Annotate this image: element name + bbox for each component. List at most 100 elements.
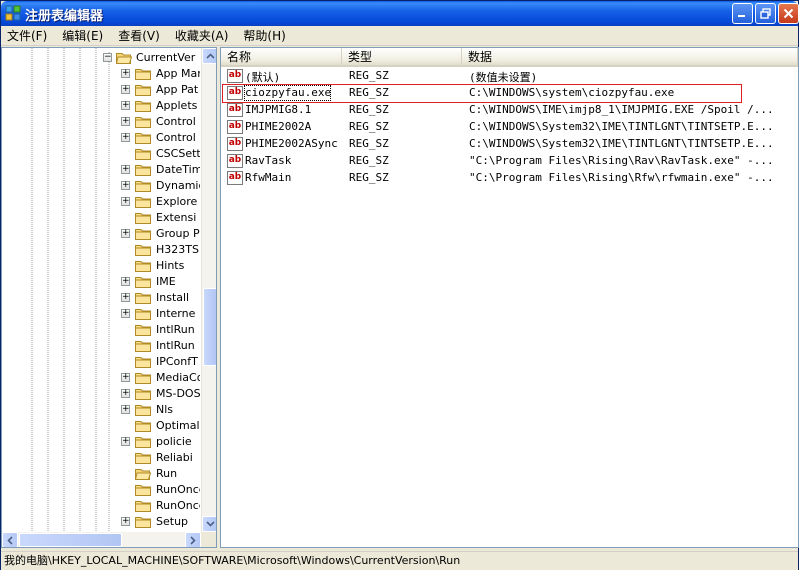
tree-node[interactable]: + MS-DOS xyxy=(2,386,200,402)
annotation-highlight-box xyxy=(222,84,742,103)
tree-node[interactable]: Extensi xyxy=(2,210,200,226)
expand-icon[interactable]: + xyxy=(121,389,130,398)
scroll-up-button[interactable] xyxy=(202,48,216,64)
column-header-data[interactable]: 数据 xyxy=(462,48,798,67)
tree-node[interactable]: + App Pat xyxy=(2,82,200,98)
tree-vertical-scrollbar[interactable] xyxy=(201,48,216,532)
expand-icon[interactable]: + xyxy=(121,229,130,238)
tree-node-label: RunOnce xyxy=(156,499,200,512)
tree-node[interactable]: + DateTim xyxy=(2,162,200,178)
expand-icon[interactable]: + xyxy=(121,101,130,110)
tree-node[interactable]: + App Man xyxy=(2,66,200,82)
tree-node[interactable]: RunOnce xyxy=(2,498,200,514)
value-row[interactable]: ab RfwMain REG_SZ "C:\Program Files\Rising\… xyxy=(221,170,798,187)
title-bar[interactable]: 注册表编辑器 xyxy=(1,1,799,26)
tree-node-label: Explore xyxy=(156,195,198,208)
value-row[interactable]: ab IMJPMIG8.1 REG_SZ C:\WINDOWS\IME\imjp8_1… xyxy=(221,102,798,119)
close-button[interactable] xyxy=(778,3,799,24)
column-header-name[interactable]: 名称 xyxy=(221,48,342,67)
tree-node[interactable]: + Group P xyxy=(2,226,200,242)
column-header-type[interactable]: 类型 xyxy=(342,48,462,67)
menu-favorites[interactable]: 收藏夹(A) xyxy=(173,26,231,45)
tree-node-label: policie xyxy=(156,435,192,448)
string-value-icon: ab xyxy=(227,120,243,134)
scroll-left-button[interactable] xyxy=(2,532,18,547)
expand-icon[interactable]: + xyxy=(121,437,130,446)
tree-node[interactable]: + Control xyxy=(2,130,200,146)
tree-node-currentversion[interactable]: − CurrentVer xyxy=(2,50,200,66)
menu-view[interactable]: 查看(V) xyxy=(116,26,162,45)
horizontal-scroll-thumb[interactable] xyxy=(19,533,122,547)
chevron-up-icon xyxy=(205,53,215,59)
scroll-right-button[interactable] xyxy=(185,532,201,547)
folder-icon xyxy=(135,452,151,464)
expand-icon[interactable]: + xyxy=(121,165,130,174)
tree-horizontal-scrollbar[interactable] xyxy=(2,532,201,547)
menu-file[interactable]: 文件(F) xyxy=(5,26,49,45)
tree-node[interactable]: IPConfT xyxy=(2,354,200,370)
value-row[interactable]: ab PHIME2002ASync REG_SZ C:\WINDOWS\System3… xyxy=(221,136,798,153)
chevron-right-icon xyxy=(190,535,196,545)
expand-icon[interactable]: + xyxy=(121,517,130,526)
expand-icon[interactable]: + xyxy=(121,85,130,94)
expand-icon[interactable]: + xyxy=(121,133,130,142)
scroll-down-button[interactable] xyxy=(202,516,216,532)
collapse-icon[interactable]: − xyxy=(103,53,112,62)
restore-icon xyxy=(760,8,771,19)
expand-icon[interactable]: + xyxy=(121,277,130,286)
window-title: 注册表编辑器 xyxy=(25,9,104,24)
tree-node[interactable]: Run xyxy=(2,466,200,482)
folder-icon xyxy=(135,340,151,352)
expand-icon[interactable]: + xyxy=(121,373,130,382)
restore-button[interactable] xyxy=(755,3,776,24)
value-row[interactable]: ab PHIME2002A REG_SZ C:\WINDOWS\System32\IM… xyxy=(221,119,798,136)
tree-node-label: Nls xyxy=(156,403,174,416)
value-type: REG_SZ xyxy=(349,171,389,184)
tree-node[interactable]: Hints xyxy=(2,258,200,274)
tree-node[interactable]: + Nls xyxy=(2,402,200,418)
tree-node[interactable]: CSCSett xyxy=(2,146,200,162)
tree-node[interactable]: + MediaCo xyxy=(2,370,200,386)
menu-help[interactable]: 帮助(H) xyxy=(241,26,287,45)
tree-node[interactable]: + Install xyxy=(2,290,200,306)
menu-edit[interactable]: 编辑(E) xyxy=(60,26,105,45)
scroll-thumb[interactable] xyxy=(203,288,216,367)
value-row[interactable]: ab (默认) REG_SZ (数值未设置) xyxy=(221,68,798,85)
string-value-icon: ab xyxy=(227,137,243,151)
tree-node[interactable]: RunOnce xyxy=(2,482,200,498)
folder-open-icon xyxy=(134,468,152,480)
values-list-pane[interactable]: 名称 类型 数据 ab (默认) REG_SZ (数值未设置) ab ciozpyfau.… xyxy=(220,47,799,548)
expand-icon[interactable]: + xyxy=(121,197,130,206)
tree-node[interactable]: + Applets xyxy=(2,98,200,114)
minimize-button[interactable] xyxy=(732,3,753,24)
tree-node[interactable]: Optimal xyxy=(2,418,200,434)
tree-node[interactable]: + policie xyxy=(2,434,200,450)
tree-node[interactable]: + Dynamic xyxy=(2,178,200,194)
tree-node[interactable]: + Explore xyxy=(2,194,200,210)
value-row[interactable]: ab RavTask REG_SZ "C:\Program Files\Rising\… xyxy=(221,153,798,170)
tree-node[interactable]: + Setup xyxy=(2,514,200,530)
tree-node[interactable]: IntlRun xyxy=(2,338,200,354)
tree-node[interactable]: IntlRun xyxy=(2,322,200,338)
expand-icon[interactable]: + xyxy=(121,309,130,318)
expand-icon[interactable]: + xyxy=(121,181,130,190)
key-tree-pane[interactable]: − CurrentVer + App Man + App Pat + Applets + Cont… xyxy=(1,47,217,548)
tree-node[interactable]: + Control xyxy=(2,114,200,130)
tree-node-label: MediaCo xyxy=(156,371,200,384)
tree-node[interactable]: + IME xyxy=(2,274,200,290)
expand-icon[interactable]: + xyxy=(121,405,130,414)
value-name: PHIME2002ASync xyxy=(245,137,338,150)
tree-node-label: Control xyxy=(156,131,196,144)
tree-node[interactable]: + Interne xyxy=(2,306,200,322)
expand-icon[interactable]: + xyxy=(121,293,130,302)
tree-node-label: Applets xyxy=(156,99,198,112)
folder-icon xyxy=(135,180,151,192)
tree-node-label: Interne xyxy=(156,307,196,320)
expand-icon[interactable]: + xyxy=(121,117,130,126)
tree-node[interactable]: H323TSP xyxy=(2,242,200,258)
expand-icon[interactable]: + xyxy=(121,69,130,78)
folder-open-icon xyxy=(115,52,133,64)
regedit-icon xyxy=(5,5,21,21)
value-data: C:\WINDOWS\IME\imjp8_1\IMJPMIG.EXE /Spoi… xyxy=(469,103,774,116)
tree-node[interactable]: Reliabi xyxy=(2,450,200,466)
